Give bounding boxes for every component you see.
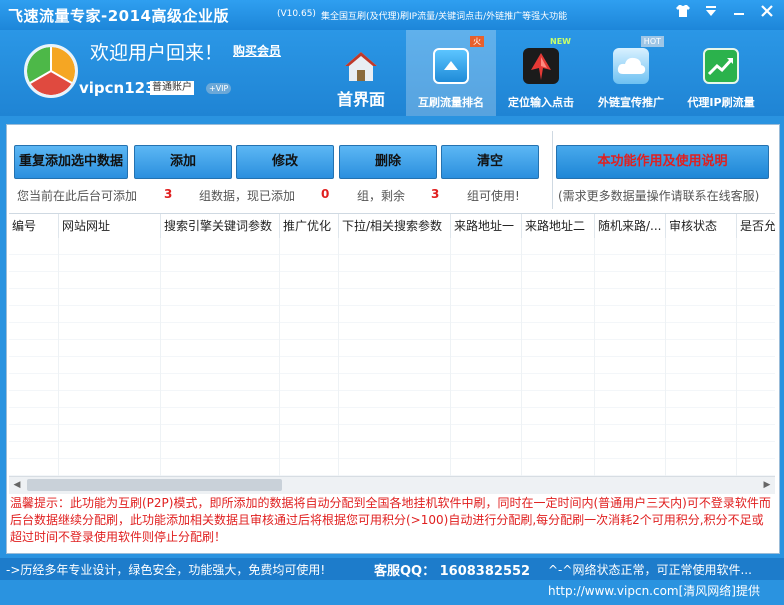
col-id[interactable]: 编号 [9, 214, 59, 238]
watermark-text: http://www.vipcn.com[清风网络]提供 [548, 584, 760, 598]
data-table[interactable]: 编号 网站网址 搜索引擎关键词参数 推广优化 下拉/相关搜索参数 来路地址一 来… [9, 213, 775, 494]
col-audit-status[interactable]: 审核状态 [666, 214, 737, 238]
help-button[interactable]: 本功能作用及使用说明 [556, 145, 769, 179]
nav-links-label: 外链宣传推广 [598, 96, 664, 109]
username: vipcn123 [79, 79, 156, 97]
col-random-referrer[interactable]: 随机来路/... [595, 214, 666, 238]
toolbar-divider [552, 131, 553, 209]
col-referrer2[interactable]: 来路地址二 [522, 214, 595, 238]
nav-home[interactable]: 首界面 [316, 30, 406, 116]
quota-mid2: 组，剩余 [357, 189, 406, 203]
clear-button[interactable]: 清空 [441, 145, 539, 179]
slogan-label: 集全国互刷(及代理)刷IP流量/关键词点击/外链推广等强大功能 [321, 12, 568, 22]
scroll-left-icon[interactable]: ◀ [9, 477, 25, 494]
nav-click-label: 定位输入点击 [508, 96, 574, 109]
cloud-icon [613, 48, 649, 84]
horizontal-scrollbar[interactable]: ◀ ▶ [9, 476, 775, 494]
network-status: ^-^网络状态正常，可正常使用软件... [548, 563, 752, 577]
hot-label-tag: HOT [640, 36, 664, 47]
quota-mid1: 组数据，现已添加 [199, 189, 296, 203]
quota-remaining: 3 [431, 187, 440, 201]
nav-traffic-label: 互刷流量排名 [418, 96, 484, 109]
title-bar: 飞速流量专家-2014高级企业版 (V10.65) 集全国互刷(及代理)刷IP流… [0, 0, 784, 30]
avatar [24, 44, 78, 98]
account-type-badge: 普通账户 [150, 81, 194, 95]
buy-membership-link[interactable]: 购买会员 [233, 42, 281, 59]
add-button[interactable]: 添加 [134, 145, 232, 179]
click-icon [523, 48, 559, 84]
scroll-right-icon[interactable]: ▶ [759, 477, 775, 494]
traffic-icon [433, 48, 469, 84]
minimize-icon[interactable] [728, 4, 750, 24]
readd-selected-button[interactable]: 重复添加选中数据 [14, 145, 128, 179]
scroll-thumb[interactable] [27, 479, 282, 491]
col-url[interactable]: 网站网址 [59, 214, 161, 238]
nav-external-links[interactable]: HOT 外链宣传推广 [586, 30, 676, 116]
home-icon [343, 48, 379, 84]
content-panel: 重复添加选中数据 添加 修改 删除 清空 本功能作用及使用说明 您当前在此后台可… [6, 124, 780, 554]
col-promotion[interactable]: 推广优化 [280, 214, 339, 238]
skin-icon[interactable] [672, 4, 694, 24]
quota-added: 0 [321, 187, 330, 201]
col-allowed[interactable]: 是否允 [737, 214, 775, 238]
status-bar: ->历经多年专业设计，绿色安全，功能强大，免费均可使用! 客服QQ： 16083… [0, 558, 784, 580]
menu-dropdown-icon[interactable] [700, 4, 722, 24]
app-title: 飞速流量专家-2014高级企业版 [8, 7, 229, 25]
quota-suffix: 组可使用! [467, 189, 520, 203]
col-referrer1[interactable]: 来路地址一 [451, 214, 522, 238]
nav-proxy-ip[interactable]: 代理IP刷流量 [676, 30, 766, 116]
support-qq: 客服QQ： 1608382552 [374, 564, 531, 579]
quota-total: 3 [164, 187, 173, 201]
edit-button[interactable]: 修改 [236, 145, 334, 179]
col-keywords[interactable]: 搜索引擎关键词参数 [161, 214, 280, 238]
table-body [9, 238, 775, 478]
status-message: ->历经多年专业设计，绿色安全，功能强大，免费均可使用! [6, 563, 326, 577]
notice-text: 温馨提示：此功能为互刷(P2P)模式，即所添加的数据将自动分配到全国各地挂机软件… [10, 496, 771, 544]
version-label: (V10.65) [277, 9, 316, 19]
welcome-text: 欢迎用户回来！ [90, 42, 224, 64]
nav-home-label: 首界面 [336, 90, 385, 109]
trend-icon [703, 48, 739, 84]
table-header: 编号 网站网址 搜索引擎关键词参数 推广优化 下拉/相关搜索参数 来路地址一 来… [9, 214, 775, 238]
col-dropdown-search[interactable]: 下拉/相关搜索参数 [339, 214, 451, 238]
quota-prefix: 您当前在此后台可添加 [17, 189, 138, 203]
nav-position-click[interactable]: NEW 定位输入点击 [496, 30, 586, 116]
new-tag: NEW [550, 37, 571, 46]
nav-proxy-label: 代理IP刷流量 [687, 96, 755, 109]
vip-badge[interactable]: +VIP [206, 83, 232, 94]
app-window: 飞速流量专家-2014高级企业版 (V10.65) 集全国互刷(及代理)刷IP流… [0, 0, 784, 605]
header: 欢迎用户回来！ 购买会员 vipcn123 普通账户 +VIP 首界面 火 互刷… [0, 30, 784, 116]
main-nav: 首界面 火 互刷流量排名 NEW 定位输入点击 HOT 外链宣传推广 代理IP刷… [316, 30, 766, 116]
hot-tag: 火 [470, 36, 484, 47]
delete-button[interactable]: 删除 [339, 145, 437, 179]
nav-traffic-ranking[interactable]: 火 互刷流量排名 [406, 30, 496, 116]
contact-note: (需求更多数据量操作请联系在线客服) [558, 189, 760, 203]
close-icon[interactable] [756, 4, 778, 24]
